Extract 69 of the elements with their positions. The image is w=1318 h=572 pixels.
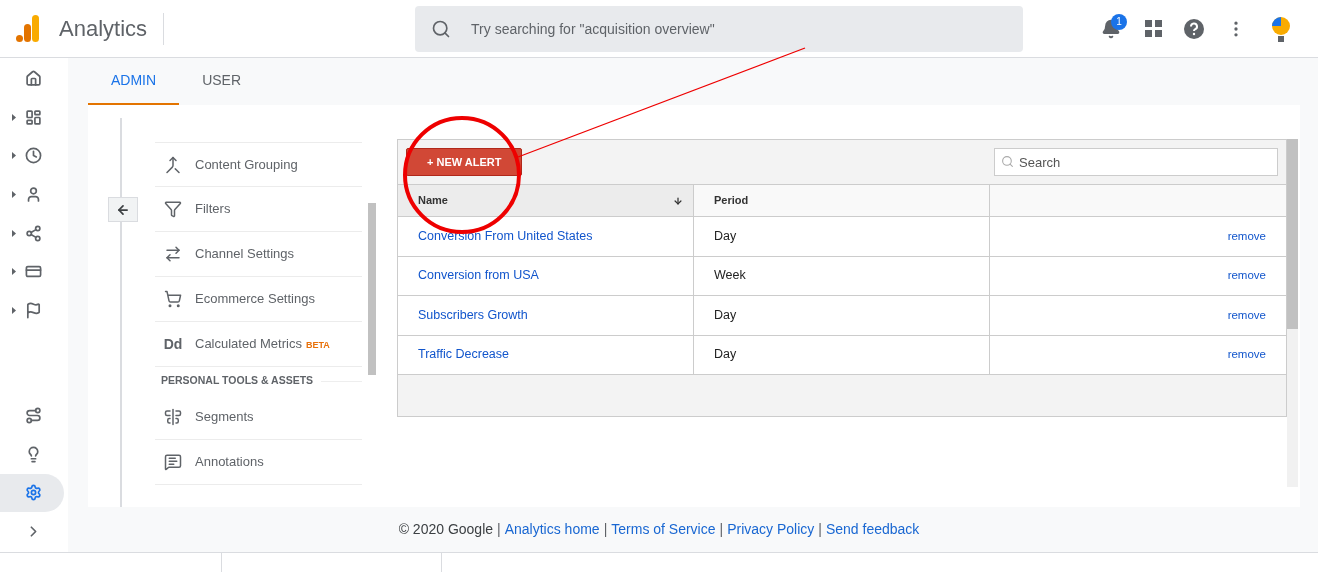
route-icon [25, 407, 42, 425]
admin-menu-item[interactable]: Dd Calculated Metrics BETA [155, 322, 362, 367]
analytics-logo-icon [16, 15, 40, 42]
separator: | [497, 520, 501, 539]
separator: | [603, 520, 608, 539]
gear-icon [25, 484, 42, 502]
alert-name-link[interactable]: Subscribers Growth [418, 305, 528, 325]
back-arrow-button[interactable] [108, 197, 138, 222]
alert-name-link[interactable]: Traffic Decrease [418, 345, 509, 365]
table-cell: Week [694, 256, 990, 295]
flag-icon [25, 301, 42, 319]
search-field[interactable]: Search [994, 148, 1278, 176]
footer-link[interactable]: Analytics home [504, 519, 600, 540]
bulb-icon [25, 445, 42, 463]
remove-link[interactable]: remove [1227, 346, 1266, 364]
section-heading: PERSONAL TOOLS & ASSETS [161, 373, 314, 389]
notification-count: 1 [1111, 13, 1127, 30]
admin-menu-item[interactable]: Segments [155, 395, 362, 440]
branches-icon [25, 224, 42, 242]
caret-icon [12, 268, 16, 276]
admin-menu-item[interactable]: Annotations [155, 440, 362, 485]
notifications-button[interactable]: 1 [1101, 16, 1123, 41]
remove-link[interactable]: remove [1227, 306, 1266, 324]
caret-icon [12, 306, 16, 314]
separator: | [818, 520, 822, 539]
search-field[interactable]: Try searching for "acquisition overview" [415, 5, 1024, 52]
alert-name-link[interactable]: Conversion From United States [418, 226, 593, 246]
alert-name-link[interactable]: Conversion from USA [418, 266, 539, 286]
footer-link[interactable]: Terms of Service [611, 519, 716, 540]
new-alert-button[interactable]: + NEW ALERT [406, 148, 523, 176]
footer-link[interactable]: Privacy Policy [727, 519, 815, 540]
separator: | [719, 520, 724, 539]
admin-menu-item[interactable]: Ecommerce Settings [155, 277, 362, 322]
dashboard-icon [25, 108, 42, 126]
arrows-exchange-icon [164, 245, 182, 263]
admin-menu-item[interactable]: Content Grouping [155, 142, 362, 187]
help-icon[interactable] [1184, 18, 1204, 39]
caret-icon [12, 113, 16, 121]
cart-icon [164, 290, 182, 308]
admin-menu-item[interactable]: Channel Settings [155, 232, 362, 277]
home-icon [25, 69, 42, 87]
person-icon [25, 185, 42, 203]
column-header[interactable]: Name [398, 185, 694, 216]
search-icon [431, 18, 452, 39]
clock-icon [25, 147, 42, 165]
admin-menu-item[interactable]: Filters [155, 187, 362, 232]
merge-arrows-icon [164, 155, 182, 174]
remove-link[interactable]: remove [1227, 267, 1266, 285]
copyright-text: © 2020 Google [398, 520, 494, 539]
remove-link[interactable]: remove [1227, 227, 1266, 245]
filter-icon [164, 200, 182, 218]
search-icon [1001, 155, 1014, 168]
scrollbar-thumb[interactable] [368, 203, 376, 375]
sort-arrow-icon [673, 195, 683, 206]
table-cell: Day [694, 335, 990, 374]
caret-icon [12, 152, 16, 160]
segments-icon [164, 408, 182, 426]
column-header[interactable]: Period [694, 185, 990, 216]
gear-nav-button[interactable] [0, 473, 64, 512]
caret-icon [12, 190, 16, 198]
footer-link[interactable]: Send feedback [825, 519, 920, 540]
table-cell: Day [694, 217, 990, 256]
dd-icon: Dd [163, 333, 183, 355]
caret-icon [12, 229, 16, 237]
app-name: Analytics [59, 15, 148, 43]
apps-grid-icon[interactable] [1145, 20, 1162, 37]
tab[interactable]: USER [179, 58, 265, 105]
comment-icon [164, 453, 182, 471]
table-cell: Day [694, 296, 990, 335]
